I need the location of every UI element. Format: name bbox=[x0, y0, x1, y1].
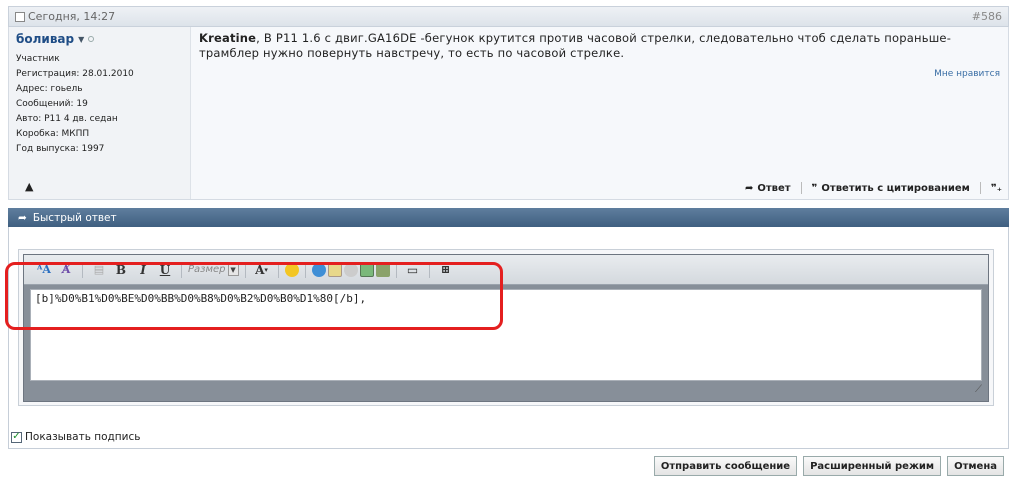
quote-bubble-icon: ❞ bbox=[811, 182, 818, 194]
user-info-line: Регистрация: 28.01.2010 bbox=[16, 69, 134, 79]
divider bbox=[800, 182, 802, 194]
report-warning-icon[interactable]: ▲ bbox=[25, 180, 33, 193]
resize-grip-icon[interactable]: ⟋ bbox=[975, 384, 982, 395]
multi-quote-button[interactable]: ❞₊ bbox=[991, 183, 1002, 194]
reply-button-label: Ответ bbox=[757, 182, 791, 194]
offline-status-icon bbox=[88, 36, 95, 42]
user-role: Участник bbox=[16, 54, 60, 64]
user-info-line: Адрес: гоьель bbox=[16, 84, 83, 94]
reply-buttons: Отправить сообщение Расширенный режим От… bbox=[653, 456, 1004, 476]
user-info-line: Авто: P11 4 дв. седан bbox=[16, 114, 118, 124]
send-message-button[interactable]: Отправить сообщение bbox=[653, 456, 798, 476]
username[interactable]: боливар bbox=[16, 32, 74, 46]
user-info-line: Коробка: МКПП bbox=[16, 129, 90, 139]
quote-reply-label: Ответить с цитированием bbox=[821, 182, 970, 194]
signature-checkbox[interactable]: ✓ bbox=[11, 431, 22, 443]
reply-arrow-icon: ➦ bbox=[744, 182, 754, 194]
signature-label: Показывать подпись bbox=[25, 431, 141, 443]
quick-reply-title: Быстрый ответ bbox=[32, 211, 117, 224]
quoted-username[interactable]: Kreatine bbox=[199, 31, 256, 45]
post: боливар ▼ Участник Регистрация: 28.01.20… bbox=[8, 27, 1009, 200]
red-highlight-annotation bbox=[5, 262, 503, 330]
like-link[interactable]: Мне нравится bbox=[934, 69, 1000, 79]
post-actions: ➦ Ответ ❞ Ответить с цитированием ❞₊ bbox=[745, 182, 1002, 194]
quick-reply-header[interactable]: ➦ Быстрый ответ bbox=[8, 208, 1009, 227]
username-menu[interactable]: боливар ▼ bbox=[16, 32, 183, 46]
post-message: Kreatine, В P11 1.6 с двиг.GA16DE -бегун… bbox=[199, 31, 1000, 61]
post-message-text: , В P11 1.6 с двиг.GA16DE -бегунок крути… bbox=[199, 31, 952, 60]
post-header: Сегодня, 14:27 #586 bbox=[8, 6, 1009, 27]
user-info-line: Сообщений: 19 bbox=[16, 99, 88, 109]
show-signature-option[interactable]: ✓ Показывать подпись bbox=[11, 431, 140, 443]
post-date: Сегодня, 14:27 bbox=[28, 10, 116, 23]
user-info-panel: боливар ▼ Участник Регистрация: 28.01.20… bbox=[9, 27, 191, 199]
quick-reply-panel: ᴬA A̸ ▤ B I U Размер ▼ A ▾ ▭ ⊞ [b]%D0%B1… bbox=[8, 227, 1009, 449]
chevron-down-icon[interactable]: ▼ bbox=[78, 35, 84, 44]
reply-button[interactable]: ➦ Ответ bbox=[745, 183, 791, 194]
user-info-line: Год выпуска: 1997 bbox=[16, 144, 105, 154]
post-content: Kreatine, В P11 1.6 с двиг.GA16DE -бегун… bbox=[191, 27, 1008, 199]
advanced-mode-button[interactable]: Расширенный режим bbox=[803, 456, 942, 476]
divider bbox=[979, 182, 981, 194]
post-checkbox-icon[interactable] bbox=[15, 11, 25, 22]
quote-reply-button[interactable]: ❞ Ответить с цитированием bbox=[812, 183, 970, 194]
reply-arrow-icon: ➦ bbox=[18, 211, 27, 224]
cancel-button[interactable]: Отмена bbox=[947, 456, 1004, 476]
post-number-link[interactable]: #586 bbox=[972, 10, 1002, 23]
multi-quote-icon: ❞₊ bbox=[990, 182, 1002, 194]
